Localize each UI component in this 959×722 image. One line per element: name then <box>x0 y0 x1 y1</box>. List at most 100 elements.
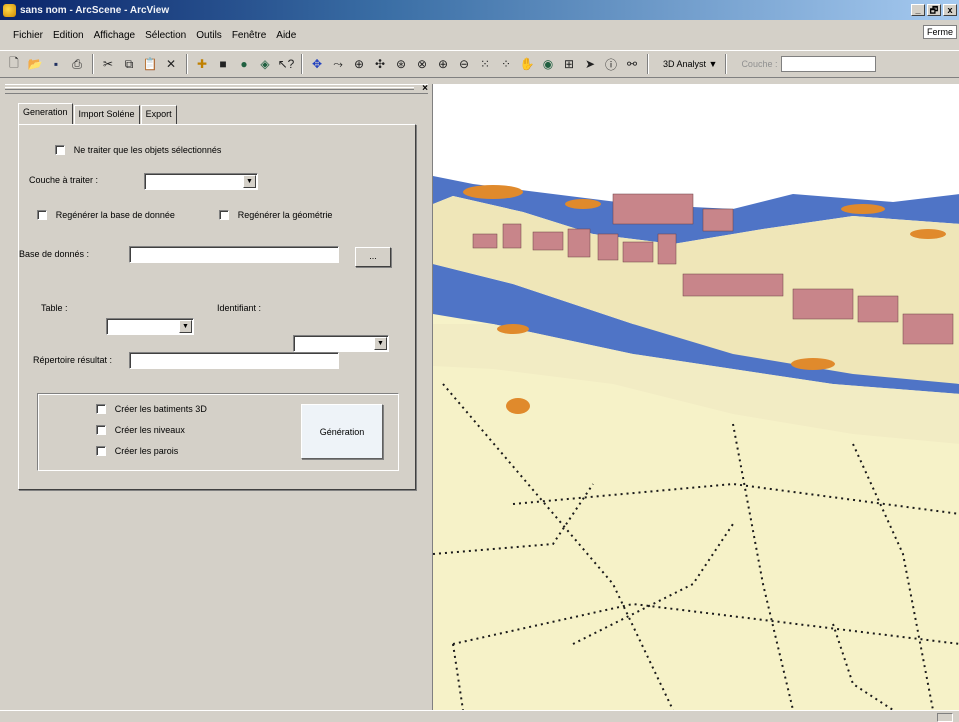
couche-label: Couche à traiter : <box>29 175 99 185</box>
close-button[interactable]: x <box>943 4 957 16</box>
add-data-icon[interactable]: ✚ <box>192 54 212 74</box>
generate-button[interactable]: Génération <box>301 404 383 459</box>
chevron-down-icon[interactable]: ▼ <box>243 175 256 188</box>
only-selected-label: Ne traiter que les objets sélectionnés <box>73 145 222 155</box>
zoom-out-icon[interactable]: ⊖ <box>454 54 474 74</box>
db-label: Base de donnés : <box>19 249 90 259</box>
dock-bar: × <box>5 83 428 94</box>
id-select[interactable]: ▼ <box>293 335 389 352</box>
regen-geom-label: Regénérer la géométrie <box>237 210 333 220</box>
option-batiments-checkbox[interactable] <box>96 404 106 415</box>
options-group: Créer les batiments 3D Créer les niveaux… <box>37 393 399 471</box>
extent-icon[interactable]: ⁘ <box>496 54 516 74</box>
table-select[interactable]: ▼ <box>106 318 194 335</box>
pan-icon[interactable]: ✋ <box>517 54 537 74</box>
scene-render <box>433 84 959 710</box>
option-batiments-row[interactable]: Créer les batiments 3D <box>96 404 207 415</box>
new-icon[interactable]: 🗋 <box>4 54 24 74</box>
table-label: Table : <box>41 303 68 313</box>
menu-outils[interactable]: Outils <box>191 30 227 41</box>
chevron-down-icon[interactable]: ▼ <box>179 320 192 333</box>
option-niveaux-checkbox[interactable] <box>96 425 106 436</box>
window-title: sans nom - ArcScene - ArcView <box>20 4 170 16</box>
layer-dropdown[interactable] <box>781 56 877 72</box>
navigate-icon[interactable]: ✥ <box>307 54 327 74</box>
menu-selection[interactable]: Sélection <box>140 30 191 41</box>
center-target-icon[interactable]: ⊛ <box>391 54 411 74</box>
minimize-button[interactable]: _ <box>911 4 925 16</box>
pan-target-icon[interactable]: ✣ <box>370 54 390 74</box>
help-icon[interactable]: ↖? <box>276 54 296 74</box>
id-label: Identifiant : <box>217 303 262 313</box>
result-input[interactable] <box>129 352 339 369</box>
dock-grip[interactable] <box>5 87 414 90</box>
zoom-in-icon[interactable]: ⊕ <box>433 54 453 74</box>
tab-generation[interactable]: Generation <box>18 103 73 124</box>
open-icon[interactable]: 📂 <box>25 54 45 74</box>
menu-affichage[interactable]: Affichage <box>89 30 141 41</box>
regen-db-row[interactable]: Regénérer la base de donnée <box>37 210 175 221</box>
scene-icon[interactable]: ◈ <box>255 54 275 74</box>
regen-geom-checkbox[interactable] <box>219 210 229 221</box>
globe-view-icon[interactable]: ◉ <box>538 54 558 74</box>
toolbar-separator <box>186 54 188 74</box>
layer-label: Couche : <box>741 59 778 69</box>
fermer-button[interactable]: Ferme <box>922 25 957 39</box>
menu-aide[interactable]: Aide <box>271 30 301 41</box>
option-batiments-label: Créer les batiments 3D <box>114 404 207 414</box>
toolbar-separator <box>647 54 649 74</box>
print-icon[interactable]: ⎙ <box>67 54 87 74</box>
option-niveaux-row[interactable]: Créer les niveaux <box>96 425 185 436</box>
browse-button[interactable]: ... <box>355 247 391 267</box>
copy-icon[interactable]: ⧉ <box>119 54 139 74</box>
cut-icon[interactable]: ✂ <box>98 54 118 74</box>
generation-panel: Generation Import Soléne Export Ne trait… <box>18 100 416 490</box>
tab-body: Ne traiter que les objets sélectionnés C… <box>18 124 416 490</box>
zoom-target-icon[interactable]: ⊕ <box>349 54 369 74</box>
layer-icon[interactable]: ■ <box>213 54 233 74</box>
window-controls: _ 🗗 x <box>911 4 957 16</box>
menu-edition[interactable]: Edition <box>48 30 89 41</box>
identify-icon[interactable]: ⊞ <box>559 54 579 74</box>
tab-import-solene[interactable]: Import Soléne <box>73 105 140 124</box>
info-icon[interactable]: ⓘ <box>601 54 621 74</box>
fly-icon[interactable]: ⤳ <box>328 54 348 74</box>
dock-close-icon[interactable]: × <box>422 83 428 94</box>
option-parois-checkbox[interactable] <box>96 446 106 457</box>
arcscene-app-icon[interactable] <box>3 3 16 17</box>
only-selected-checkbox[interactable] <box>55 145 65 156</box>
only-selected-row[interactable]: Ne traiter que les objets sélectionnés <box>55 145 221 156</box>
menu-fenetre[interactable]: Fenêtre <box>227 30 271 41</box>
regen-db-label: Regénérer la base de donnée <box>55 210 175 220</box>
db-input[interactable] <box>129 246 339 263</box>
toolbar-separator <box>725 54 728 74</box>
3d-analyst-menu[interactable]: 3D Analyst ▼ <box>659 59 721 69</box>
save-icon[interactable]: ▪ <box>46 54 66 74</box>
regen-db-checkbox[interactable] <box>37 210 47 221</box>
status-bar <box>0 710 959 722</box>
menu-fichier[interactable]: Fichier <box>8 30 48 41</box>
option-parois-row[interactable]: Créer les parois <box>96 446 178 457</box>
tab-export[interactable]: Export <box>140 105 177 124</box>
toolbar-separator <box>301 54 303 74</box>
title-bar: sans nom - ArcScene - ArcView _ 🗗 x <box>0 0 959 20</box>
tab-strip: Generation Import Soléne Export <box>18 103 178 124</box>
delete-icon[interactable]: ✕ <box>161 54 181 74</box>
resize-grip-icon[interactable] <box>937 713 953 722</box>
couche-select[interactable]: ▼ <box>144 173 258 190</box>
find-icon[interactable]: ⚯ <box>622 54 642 74</box>
option-parois-label: Créer les parois <box>114 446 179 456</box>
chevron-down-icon[interactable]: ▼ <box>374 337 387 350</box>
maximize-button[interactable]: 🗗 <box>927 4 941 16</box>
select-icon[interactable]: ➤ <box>580 54 600 74</box>
option-niveaux-label: Créer les niveaux <box>114 425 185 435</box>
toolbar-separator <box>92 54 94 74</box>
menu-bar: Fichier Edition Affichage Sélection Outi… <box>0 24 959 46</box>
regen-geom-row[interactable]: Regénérer la géométrie <box>219 210 332 221</box>
result-label: Répertoire résultat : <box>33 355 113 365</box>
paste-icon[interactable]: 📋 <box>140 54 160 74</box>
full-extent-icon[interactable]: ⁙ <box>475 54 495 74</box>
zoom-icon[interactable]: ⊗ <box>412 54 432 74</box>
globe-icon[interactable]: ● <box>234 54 254 74</box>
scene-view[interactable] <box>432 84 959 710</box>
